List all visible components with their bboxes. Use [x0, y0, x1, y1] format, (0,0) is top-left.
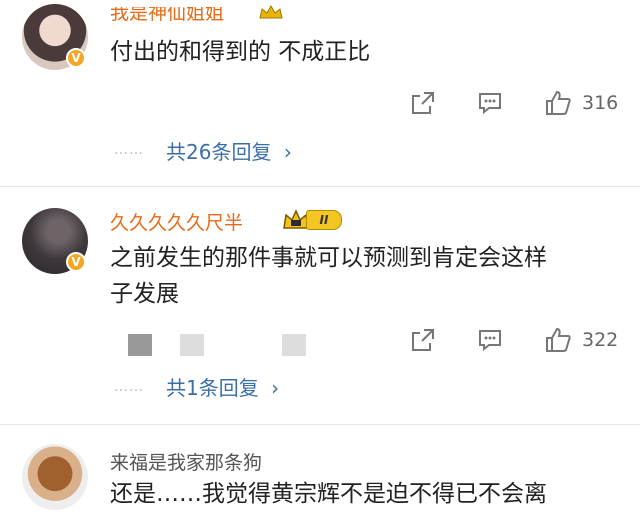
reply-dots: …… — [114, 379, 144, 395]
level-badge: II — [282, 207, 348, 231]
replies-count[interactable]: 共26条回复 — [166, 140, 271, 164]
image-thumbnail[interactable] — [282, 334, 306, 356]
image-thumbnail[interactable] — [128, 334, 152, 356]
image-thumbnail[interactable] — [180, 334, 204, 356]
username[interactable]: 久久久久久尺半 — [110, 208, 243, 235]
comment-text: 付出的和得到的 不成正比 — [110, 39, 371, 65]
like-count: 322 — [582, 329, 619, 351]
username[interactable]: 来福是我家那条狗 — [110, 448, 262, 475]
like-count: 316 — [582, 92, 619, 114]
share-icon[interactable] — [410, 90, 436, 116]
comment-icon[interactable] — [477, 90, 503, 116]
like-icon[interactable] — [544, 326, 572, 354]
reply-dots: …… — [114, 142, 144, 158]
view-replies-link[interactable]: 共1条回复 › — [166, 372, 279, 401]
chevron-right-icon: › — [271, 376, 280, 400]
divider — [0, 186, 640, 187]
level-badge-label: II — [306, 210, 342, 230]
chevron-right-icon: › — [283, 140, 292, 164]
avatar[interactable] — [22, 444, 88, 510]
verified-badge-icon: V — [66, 252, 86, 272]
comment-text-line-2: 子发展 — [110, 281, 179, 307]
verified-badge-icon: V — [66, 48, 86, 68]
comment-icon[interactable] — [477, 327, 503, 353]
username[interactable]: 我是神仙姐姐 — [110, 7, 224, 25]
comment-text: 还是……我觉得黄宗辉不是迫不得已不会离 — [110, 481, 547, 507]
view-replies-link[interactable]: 共26条回复 › — [166, 136, 292, 165]
replies-count[interactable]: 共1条回复 — [166, 376, 259, 400]
share-icon[interactable] — [410, 327, 436, 353]
comment-text-line-1: 之前发生的那件事就可以预测到肯定会这样 — [110, 245, 547, 271]
crown-badge-icon — [259, 4, 283, 19]
divider — [0, 424, 640, 425]
like-icon[interactable] — [544, 89, 572, 117]
